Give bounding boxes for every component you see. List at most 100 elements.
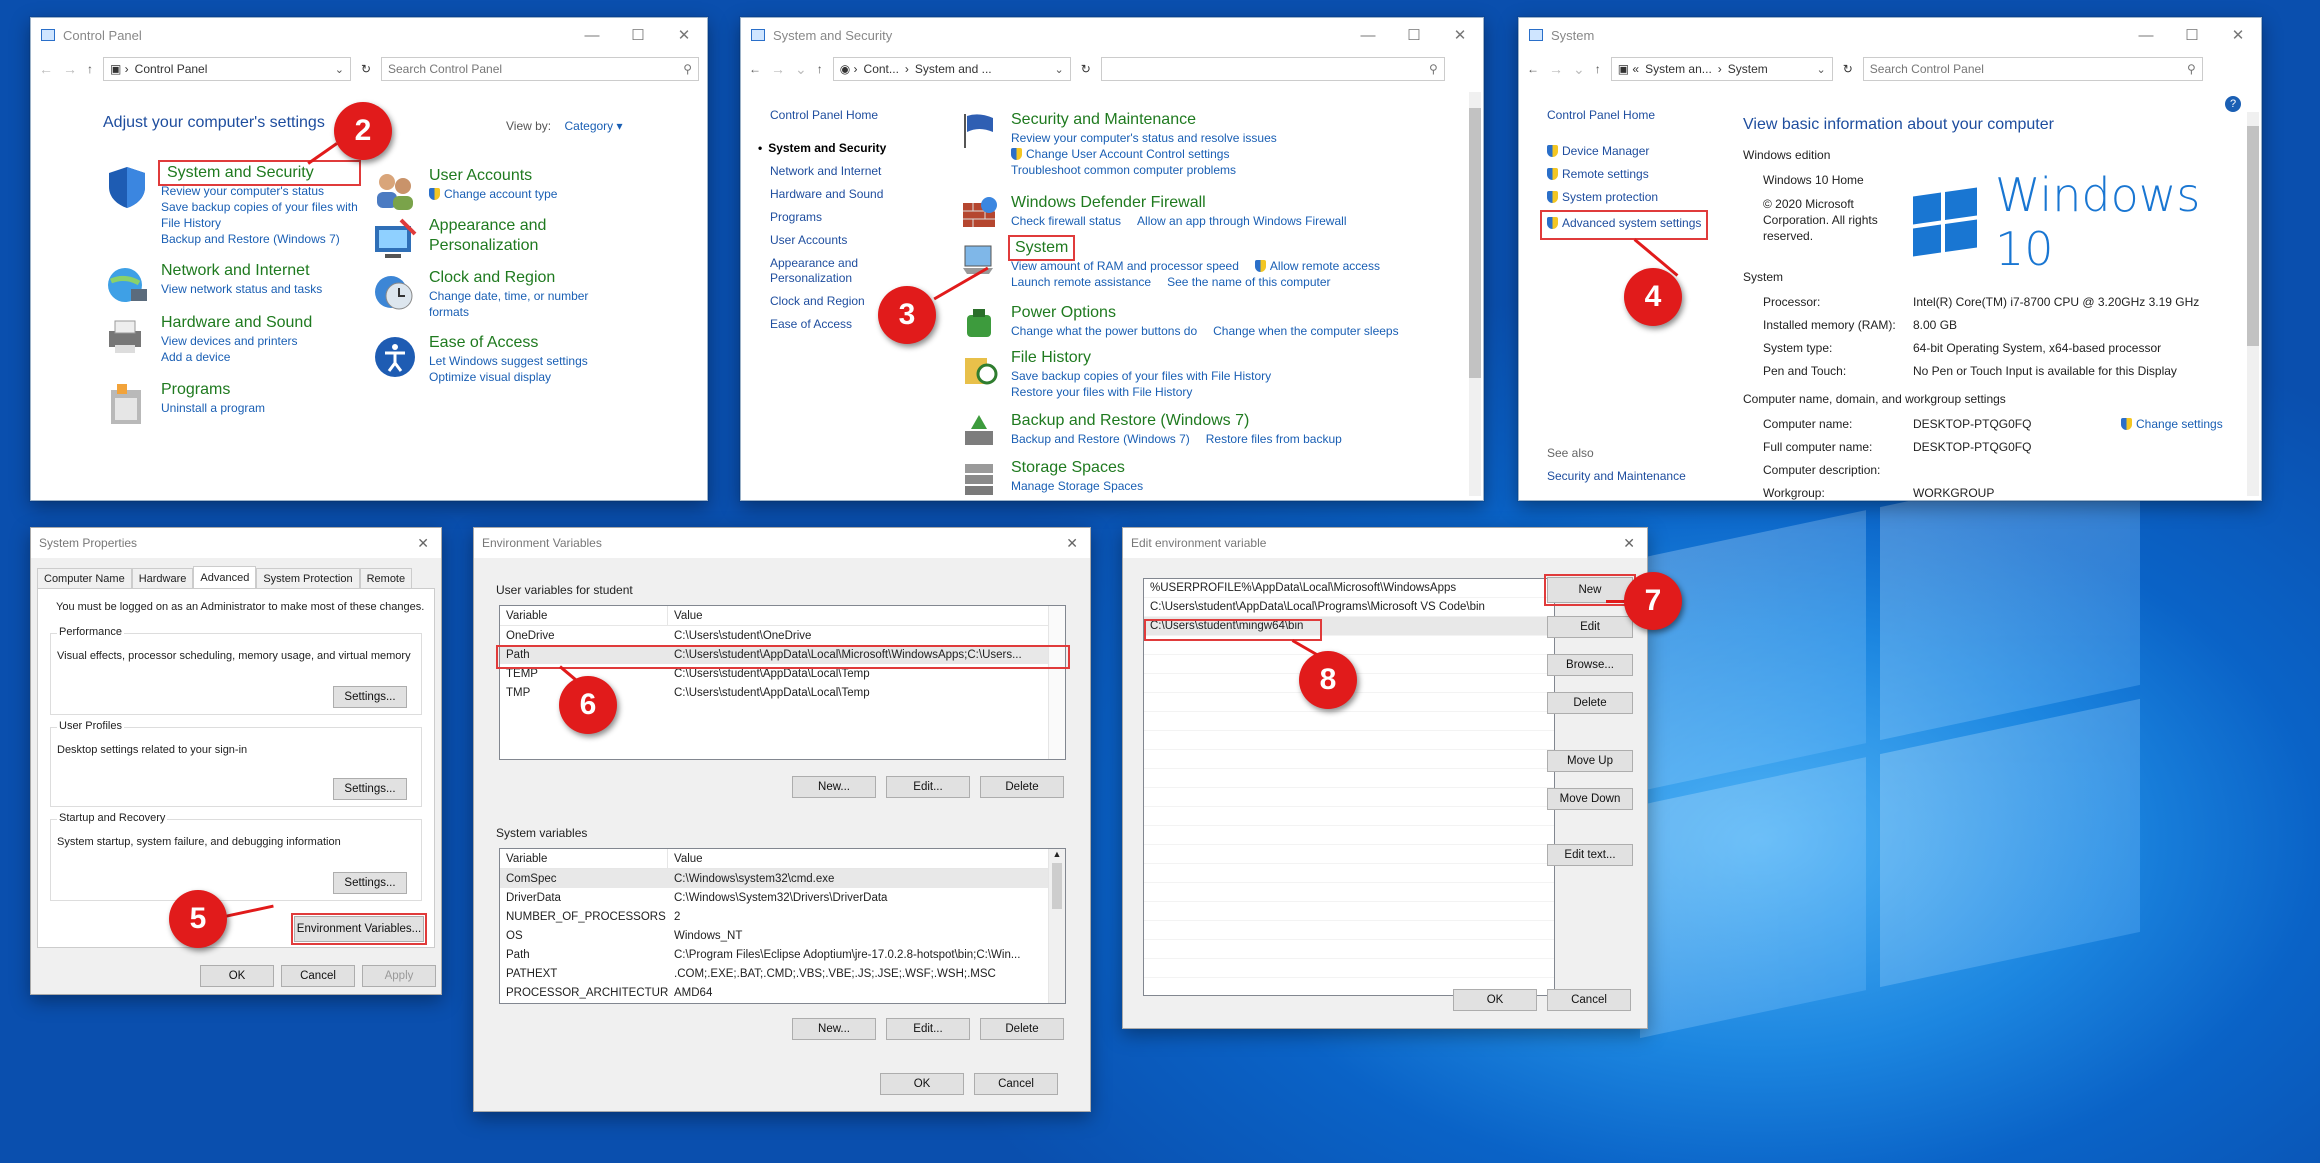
minimize-icon[interactable]: — [569, 18, 615, 52]
scrollbar-thumb[interactable] [2247, 126, 2259, 346]
chevron-down-icon[interactable]: ⌄ [335, 63, 344, 76]
delete-button[interactable]: Delete [1547, 692, 1633, 714]
table-row[interactable]: DriverData C:\Windows\System32\Drivers\Dr… [500, 888, 1065, 907]
refresh-icon[interactable]: ↻ [1843, 62, 1853, 76]
storage-spaces-link[interactable]: Storage Spaces [1011, 458, 1143, 478]
address-bar[interactable]: ▣ « System an... › System ⌄ [1610, 57, 1833, 81]
cancel-button[interactable]: Cancel [281, 965, 355, 987]
suggest-settings-link[interactable]: Let Windows suggest settings [429, 353, 588, 369]
uninstall-link[interactable]: Uninstall a program [161, 400, 265, 416]
user-edit-button[interactable]: Edit... [886, 776, 970, 798]
ok-button[interactable]: OK [200, 965, 274, 987]
maximize-icon[interactable]: ☐ [615, 18, 661, 52]
move-up-button[interactable]: Move Up [1547, 750, 1633, 772]
refresh-icon[interactable]: ↻ [1081, 62, 1091, 76]
restore-files-link[interactable]: Restore your files with File History [1011, 384, 1271, 400]
save-backup-link[interactable]: Save backup copies of your files with Fi… [1011, 368, 1271, 384]
system-security-link[interactable]: System and Security [158, 160, 361, 186]
tab-computer-name[interactable]: Computer Name [37, 568, 132, 588]
cancel-button[interactable]: Cancel [974, 1073, 1058, 1095]
remote-settings-link[interactable]: Remote settings [1547, 167, 1705, 190]
scrollbar[interactable] [1048, 606, 1065, 759]
chevron-down-icon[interactable]: ⌄ [1817, 63, 1826, 76]
device-manager-link[interactable]: Device Manager [1547, 144, 1705, 167]
scrollbar[interactable] [1469, 92, 1481, 496]
manage-storage-link[interactable]: Manage Storage Spaces [1011, 478, 1143, 494]
chevron-down-icon[interactable]: ⌄ [795, 61, 807, 78]
ok-button[interactable]: OK [1453, 989, 1537, 1011]
appearance-link[interactable]: Appearance and [429, 216, 546, 236]
hardware-sound-link[interactable]: Hardware and Sound [161, 313, 312, 333]
up-arrow-icon[interactable]: ↑ [87, 62, 93, 76]
review-status-link[interactable]: Review your computer's status [161, 183, 358, 199]
cancel-button[interactable]: Cancel [1547, 989, 1631, 1011]
advanced-system-settings-link[interactable]: Advanced system settings [1539, 210, 1709, 240]
refresh-icon[interactable]: ↻ [361, 62, 371, 76]
ease-of-access-link[interactable]: Ease of Access [429, 333, 588, 353]
minimize-icon[interactable]: — [2123, 18, 2169, 52]
tab-advanced[interactable]: Advanced [193, 566, 257, 588]
scrollbar[interactable] [2247, 112, 2259, 496]
devices-printers-link[interactable]: View devices and printers [161, 333, 312, 349]
chevron-down-icon[interactable]: ▾ [613, 119, 623, 133]
backup-restore-sub-link[interactable]: Backup and Restore (Windows 7) [1011, 431, 1190, 447]
column-value[interactable]: Value [668, 849, 1065, 868]
search-input[interactable]: Search Control Panel ⚲ [381, 57, 699, 81]
personalization-link[interactable]: Personalization [429, 236, 546, 256]
security-maintenance-link[interactable]: Security and Maintenance [1547, 468, 1686, 484]
sidebar-item-clock[interactable]: Clock and Region [770, 294, 886, 317]
user-new-button[interactable]: New... [792, 776, 876, 798]
file-history-link-2[interactable]: File History [161, 215, 358, 231]
table-row[interactable]: OS Windows_NT [500, 926, 1065, 945]
table-row[interactable]: NUMBER_OF_PROCESSORS 2 [500, 907, 1065, 926]
sidebar-item-current[interactable]: • System and Security [758, 141, 886, 164]
power-options-link[interactable]: Power Options [1011, 303, 1399, 323]
close-icon[interactable]: ✕ [1437, 18, 1483, 52]
address-bar[interactable]: ◉ › Cont... › System and ... ⌄ [832, 57, 1071, 81]
clock-region-link[interactable]: Clock and Region [429, 268, 588, 288]
backup-restore-link[interactable]: Backup and Restore (Windows 7) [161, 231, 358, 247]
sleep-link[interactable]: Change when the computer sleeps [1213, 323, 1398, 339]
column-variable[interactable]: Variable [500, 606, 668, 625]
chevron-down-icon[interactable]: ⌄ [1055, 63, 1064, 76]
remote-assistance-link[interactable]: Launch remote assistance [1011, 274, 1151, 290]
environment-variables-button[interactable]: Environment Variables... [291, 913, 427, 945]
sidebar-item-ease[interactable]: Ease of Access [770, 317, 886, 340]
user-accounts-link[interactable]: User Accounts [429, 166, 557, 186]
allow-app-link[interactable]: Allow an app through Windows Firewall [1137, 213, 1346, 229]
formats-link[interactable]: formats [429, 304, 588, 320]
ok-button[interactable]: OK [880, 1073, 964, 1095]
browse-button[interactable]: Browse... [1547, 654, 1633, 676]
scrollbar[interactable]: ▲ [1048, 849, 1065, 1003]
back-arrow-icon[interactable]: ← [749, 62, 761, 76]
edit-button[interactable]: Edit [1547, 616, 1633, 638]
forward-arrow-icon[interactable]: → [771, 61, 785, 77]
uac-settings-link[interactable]: Change User Account Control settings [1026, 147, 1229, 161]
remote-access-link[interactable]: Allow remote access [1270, 259, 1380, 273]
close-icon[interactable]: ✕ [2215, 18, 2261, 52]
back-arrow-icon[interactable]: ← [1527, 62, 1539, 76]
close-icon[interactable]: ✕ [417, 535, 429, 552]
scrollbar-thumb[interactable] [1469, 108, 1481, 378]
list-item[interactable]: C:\Users\student\AppData\Local\Programs\… [1144, 598, 1554, 617]
maximize-icon[interactable]: ☐ [2169, 18, 2215, 52]
sidebar-item-users[interactable]: User Accounts [770, 233, 886, 256]
table-row[interactable]: PATHEXT .COM;.EXE;.BAT;.CMD;.VBS;.VBE;.JS… [500, 964, 1065, 983]
forward-arrow-icon[interactable]: → [1549, 61, 1563, 77]
firewall-link[interactable]: Windows Defender Firewall [1011, 193, 1346, 213]
close-icon[interactable]: ✕ [661, 18, 707, 52]
tab-hardware[interactable]: Hardware [131, 568, 194, 588]
maximize-icon[interactable]: ☐ [1391, 18, 1437, 52]
system-delete-button[interactable]: Delete [980, 1018, 1064, 1040]
system-link[interactable]: System [1007, 235, 1076, 261]
view-by-dropdown[interactable]: Category [564, 119, 613, 133]
optimize-display-link[interactable]: Optimize visual display [429, 369, 588, 385]
tab-remote[interactable]: Remote [359, 568, 413, 588]
up-arrow-icon[interactable]: ↑ [1595, 62, 1601, 76]
startup-recovery-settings-button[interactable]: Settings... [333, 872, 407, 894]
list-item[interactable]: %USERPROFILE%\AppData\Local\Microsoft\Wi… [1144, 579, 1554, 598]
system-edit-button[interactable]: Edit... [886, 1018, 970, 1040]
programs-link[interactable]: Programs [161, 380, 265, 400]
computer-name-link[interactable]: See the name of this computer [1167, 274, 1330, 290]
tab-system-protection[interactable]: System Protection [256, 568, 360, 588]
